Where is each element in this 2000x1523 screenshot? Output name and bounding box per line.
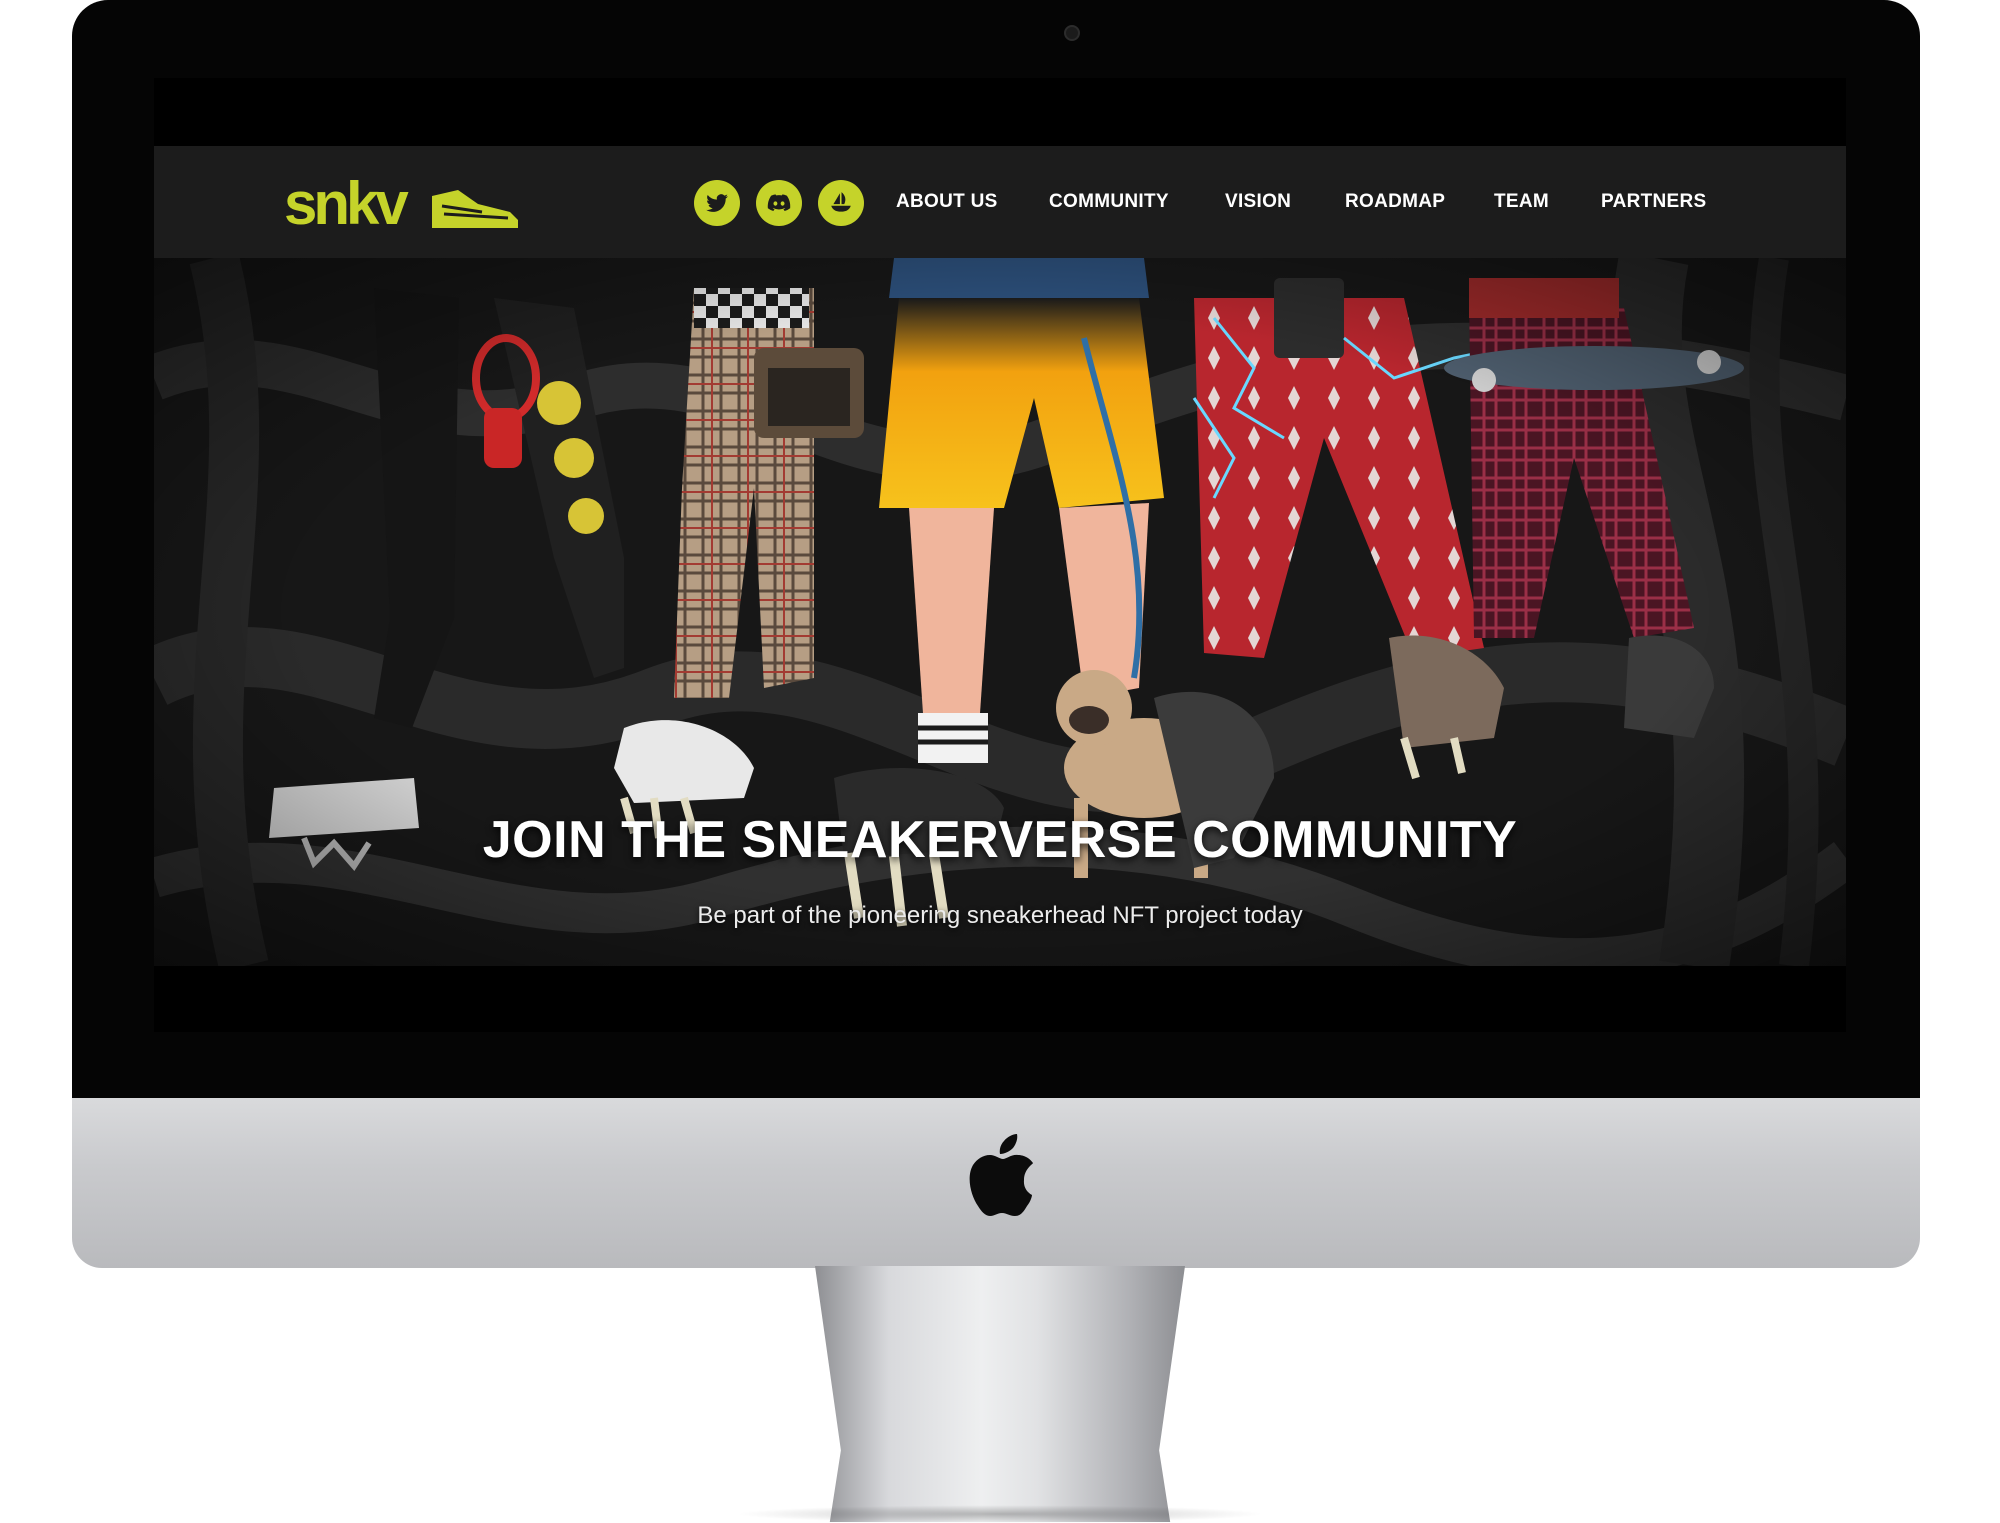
hero-section: JOIN THE SNEAKERVERSE COMMUNITY Be part … (154, 258, 1846, 966)
nav-partners[interactable]: PARTNERS (1601, 191, 1707, 213)
snkv-logo[interactable]: snkv (282, 166, 522, 238)
hero-title: JOIN THE SNEAKERVERSE COMMUNITY (482, 811, 1518, 869)
discord-button[interactable] (756, 180, 802, 226)
opensea-icon (831, 192, 851, 212)
site-header: snkv ABOUT US COMMUNITY VISION ROADMAP T… (154, 146, 1846, 258)
nav-team[interactable]: TEAM (1494, 191, 1549, 213)
apple-icon (969, 1134, 1033, 1216)
stand-shadow (735, 1505, 1265, 1523)
opensea-button[interactable] (818, 180, 864, 226)
webcam-icon (1064, 25, 1080, 41)
twitter-icon (706, 194, 728, 212)
nav-vision[interactable]: VISION (1225, 191, 1291, 213)
nav-about-us[interactable]: ABOUT US (896, 191, 998, 213)
hero-subtitle: Be part of the pioneering sneakerhead NF… (697, 902, 1303, 929)
monitor-screen: snkv ABOUT US COMMUNITY VISION ROADMAP T… (154, 78, 1846, 1032)
sneaker-icon (432, 190, 518, 228)
logo-wordmark: snkv (284, 170, 409, 237)
twitter-button[interactable] (694, 180, 740, 226)
monitor-stand (815, 1266, 1185, 1522)
nav-roadmap[interactable]: ROADMAP (1345, 191, 1445, 213)
discord-icon (767, 194, 791, 212)
nav-community[interactable]: COMMUNITY (1049, 191, 1169, 213)
